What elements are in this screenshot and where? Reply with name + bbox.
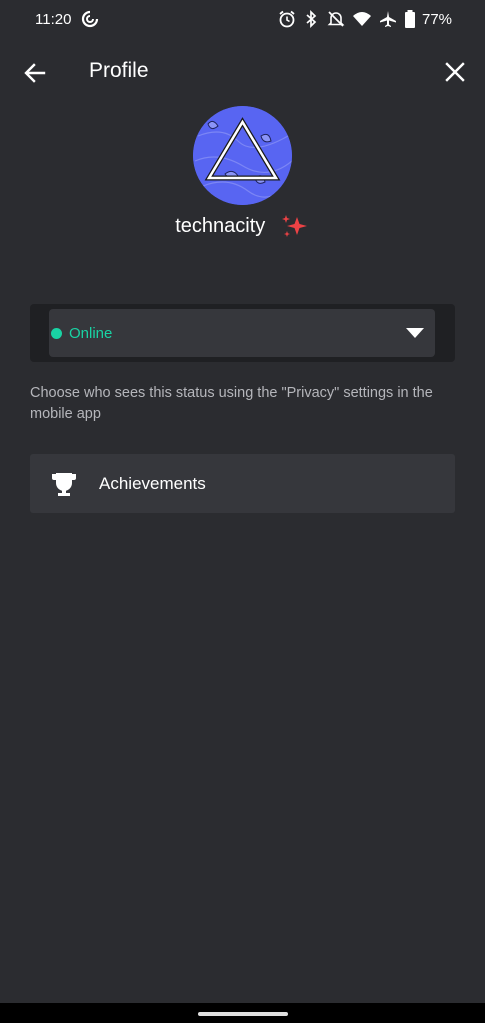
arrow-left-icon[interactable]: [20, 58, 50, 88]
username: technacity: [175, 214, 266, 237]
home-gesture-handle[interactable]: [198, 1012, 288, 1016]
achievements-label: Achievements: [99, 474, 206, 493]
avatar[interactable]: [193, 106, 292, 205]
sparkle-icon: [281, 215, 307, 237]
bluetooth-icon: [306, 9, 317, 29]
privacy-note: Choose who sees this status using the "P…: [30, 385, 433, 422]
trophy-icon: [52, 473, 76, 496]
header: Profile: [0, 48, 485, 96]
status-selected-label: Online: [69, 325, 113, 342]
achievements-button[interactable]: Achievements: [30, 454, 455, 513]
status-time: 11:20: [35, 11, 72, 28]
page-title: Profile: [89, 59, 149, 82]
alarm-icon: [279, 10, 295, 28]
sync-icon: [81, 10, 99, 28]
notifications-off-icon: [327, 11, 345, 27]
airplane-icon: [380, 11, 396, 27]
avatar-image: [193, 106, 292, 205]
profile-screen: 11:20 77% Profile technacity Online Choo…: [0, 0, 485, 1023]
online-status-dot: [51, 328, 62, 339]
close-icon[interactable]: [441, 58, 469, 86]
status-bar: 11:20 77%: [0, 0, 485, 40]
battery-percent: 77%: [422, 11, 453, 28]
status-panel: Online: [30, 304, 455, 362]
system-nav-bar: [0, 1003, 485, 1023]
battery-icon: [405, 10, 415, 28]
chevron-down-icon: [406, 328, 424, 338]
status-dropdown[interactable]: Online: [49, 309, 435, 357]
username-row: technacity: [0, 213, 485, 243]
wifi-icon: [353, 12, 371, 26]
